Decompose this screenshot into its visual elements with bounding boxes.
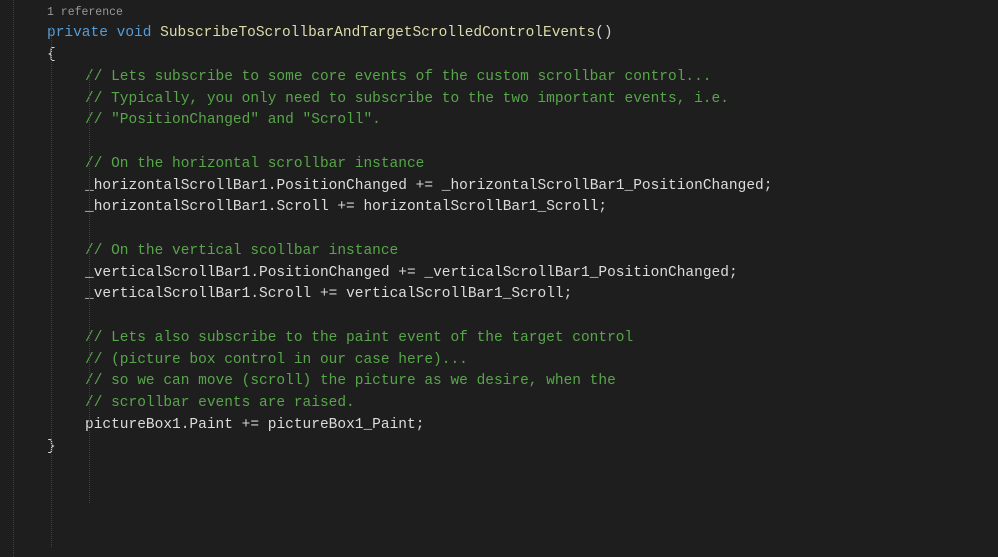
code-line[interactable]: _verticalScrollBar1.Scroll += verticalSc…	[0, 284, 998, 306]
codelens-references[interactable]: 1 reference	[0, 4, 998, 21]
comment: // (picture box control in our case here…	[85, 352, 468, 368]
field-ref: pictureBox1	[85, 417, 181, 433]
dot-op: .	[250, 286, 259, 302]
code-line[interactable]: // (picture box control in our case here…	[0, 350, 998, 372]
semicolon: ;	[764, 178, 773, 194]
parens: ()	[595, 25, 612, 41]
comment: // Typically, you only need to subscribe…	[85, 91, 729, 107]
semicolon: ;	[598, 199, 607, 215]
pluseq-op: +=	[311, 286, 346, 302]
indent-guide	[89, 73, 90, 503]
code-line[interactable]: _horizontalScrollBar1.PositionChanged +=…	[0, 176, 998, 198]
code-line[interactable]: _verticalScrollBar1.PositionChanged += _…	[0, 263, 998, 285]
code-line[interactable]: {	[0, 45, 998, 67]
code-line[interactable]: // so we can move (scroll) the picture a…	[0, 371, 998, 393]
pluseq-op: +=	[407, 178, 442, 194]
code-line[interactable]: // Typically, you only need to subscribe…	[0, 89, 998, 111]
indent-guide	[51, 27, 52, 547]
code-editor[interactable]: 1 reference private void SubscribeToScro…	[0, 0, 998, 458]
pluseq-op: +=	[390, 265, 425, 281]
code-line[interactable]: pictureBox1.Paint += pictureBox1_Paint;	[0, 415, 998, 437]
keyword-type: void	[117, 25, 152, 41]
member-event: PositionChanged	[276, 178, 407, 194]
comment: // On the vertical scollbar instance	[85, 243, 398, 259]
pluseq-op: +=	[233, 417, 268, 433]
member-event: Scroll	[259, 286, 311, 302]
method-name: SubscribeToScrollbarAndTargetScrolledCon…	[160, 25, 595, 41]
comment: // On the horizontal scrollbar instance	[85, 156, 424, 172]
handler-ref: verticalScrollBar1_Scroll	[346, 286, 564, 302]
member-event: Scroll	[276, 199, 328, 215]
keyword-modifier: private	[47, 25, 108, 41]
code-line[interactable]: // Lets also subscribe to the paint even…	[0, 328, 998, 350]
dot-op: .	[250, 265, 259, 281]
code-line[interactable]: // Lets subscribe to some core events of…	[0, 67, 998, 89]
code-line[interactable]: // scrollbar events are raised.	[0, 393, 998, 415]
indent-guide	[13, 0, 14, 557]
code-line[interactable]	[0, 132, 998, 154]
field-ref: _horizontalScrollBar1	[85, 199, 268, 215]
handler-ref: _horizontalScrollBar1_PositionChanged	[442, 178, 764, 194]
comment: // Lets also subscribe to the paint even…	[85, 330, 633, 346]
comment: // "PositionChanged" and "Scroll".	[85, 112, 381, 128]
comment: // scrollbar events are raised.	[85, 395, 355, 411]
code-line[interactable]: // On the horizontal scrollbar instance	[0, 154, 998, 176]
member-event: PositionChanged	[259, 265, 390, 281]
code-line[interactable]: // "PositionChanged" and "Scroll".	[0, 110, 998, 132]
code-line[interactable]	[0, 306, 998, 328]
code-line[interactable]: // On the vertical scollbar instance	[0, 241, 998, 263]
field-ref: _horizontalScrollBar1	[85, 178, 268, 194]
comment: // Lets subscribe to some core events of…	[85, 69, 712, 85]
code-line[interactable]	[0, 219, 998, 241]
semicolon: ;	[729, 265, 738, 281]
field-ref: _verticalScrollBar1	[85, 265, 250, 281]
handler-ref: pictureBox1_Paint	[268, 417, 416, 433]
semicolon: ;	[564, 286, 573, 302]
comment: // so we can move (scroll) the picture a…	[85, 373, 616, 389]
field-ref: _verticalScrollBar1	[85, 286, 250, 302]
semicolon: ;	[416, 417, 425, 433]
pluseq-op: +=	[329, 199, 364, 215]
code-line[interactable]: }	[0, 437, 998, 459]
handler-ref: _verticalScrollBar1_PositionChanged	[424, 265, 729, 281]
code-line[interactable]: private void SubscribeToScrollbarAndTarg…	[0, 23, 998, 45]
code-line[interactable]: _horizontalScrollBar1.Scroll += horizont…	[0, 197, 998, 219]
member-event: Paint	[189, 417, 233, 433]
handler-ref: horizontalScrollBar1_Scroll	[363, 199, 598, 215]
